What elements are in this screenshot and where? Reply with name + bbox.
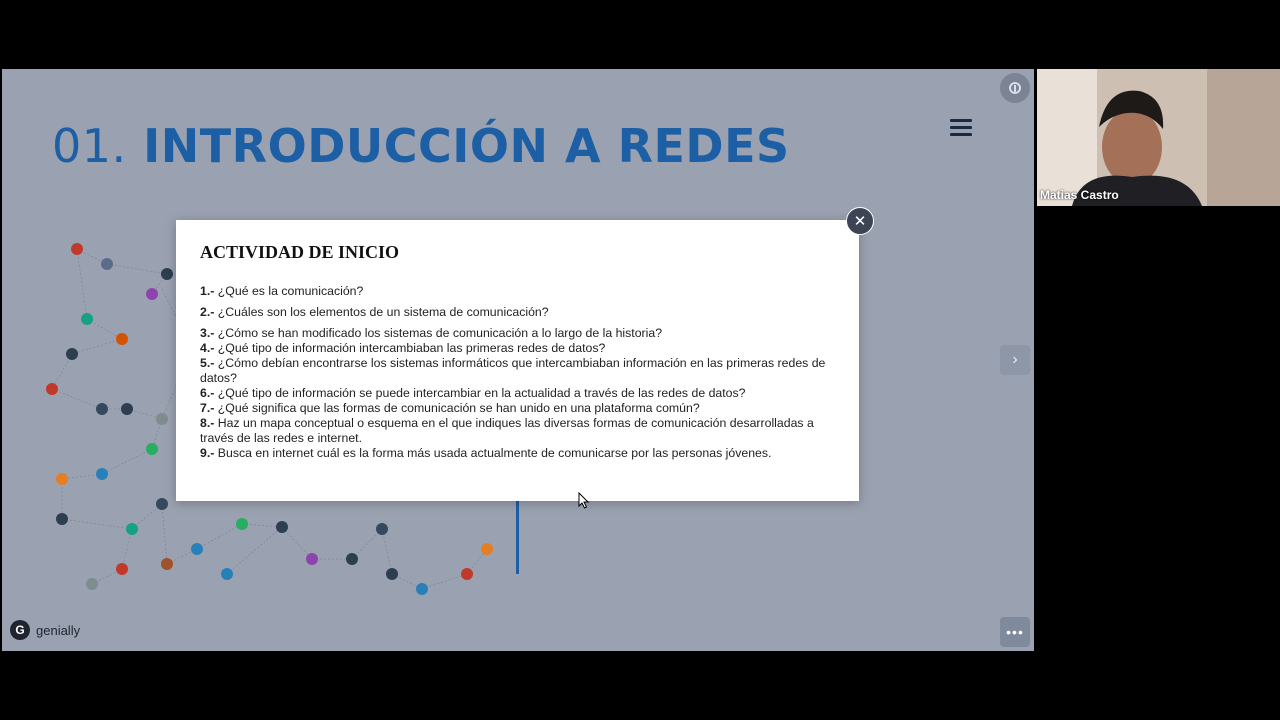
- question-item: 5.- ¿Cómo debían encontrarse los sistema…: [200, 356, 826, 385]
- question-item: 3.- ¿Cómo se han modificado los sistemas…: [200, 326, 663, 340]
- touch-icon[interactable]: [1000, 73, 1030, 103]
- participant-name: Matias Castro: [1040, 188, 1119, 202]
- close-icon: ✕: [853, 213, 867, 230]
- chevron-right-icon: ›: [1012, 351, 1018, 368]
- participant-video-feed: [1037, 69, 1280, 206]
- hamburger-menu-icon[interactable]: [950, 119, 972, 137]
- question-item: 6.- ¿Qué tipo de información se puede in…: [200, 386, 746, 400]
- question-item: 4.- ¿Qué tipo de información intercambia…: [200, 341, 606, 355]
- genially-brand[interactable]: G genially: [10, 620, 80, 640]
- question-item: 9.- Busca en internet cuál es la forma m…: [200, 446, 772, 460]
- brand-name: genially: [36, 622, 81, 638]
- more-dots-icon: •••: [1006, 624, 1024, 640]
- question-item: 2.- ¿Cuáles son los elementos de un sist…: [200, 305, 549, 319]
- slide-title-number: 01.: [52, 119, 127, 173]
- close-modal-button[interactable]: ✕: [846, 207, 874, 235]
- question-item: 7.- ¿Qué significa que las formas de com…: [200, 401, 700, 415]
- mouse-cursor-icon: [578, 492, 590, 509]
- activity-modal: ACTIVIDAD DE INICIO 1.- ¿Qué es la comun…: [176, 220, 859, 501]
- slide-title: 01. INTRODUCCIÓN A REDES: [52, 119, 790, 173]
- question-item: 8.- Haz un mapa conceptual o esquema en …: [200, 416, 814, 445]
- modal-title: ACTIVIDAD DE INICIO: [200, 242, 400, 262]
- more-options-button[interactable]: •••: [1000, 617, 1030, 647]
- genially-logo-icon: G: [10, 620, 30, 640]
- participant-video-tile[interactable]: Matias Castro: [1037, 69, 1280, 206]
- next-slide-button[interactable]: ›: [1000, 345, 1030, 375]
- accent-divider: [516, 489, 519, 574]
- question-item: 1.- ¿Qué es la comunicación?: [200, 284, 364, 298]
- question-list: 1.- ¿Qué es la comunicación? 2.- ¿Cuáles…: [200, 284, 830, 461]
- slide-title-text: INTRODUCCIÓN A REDES: [143, 119, 790, 173]
